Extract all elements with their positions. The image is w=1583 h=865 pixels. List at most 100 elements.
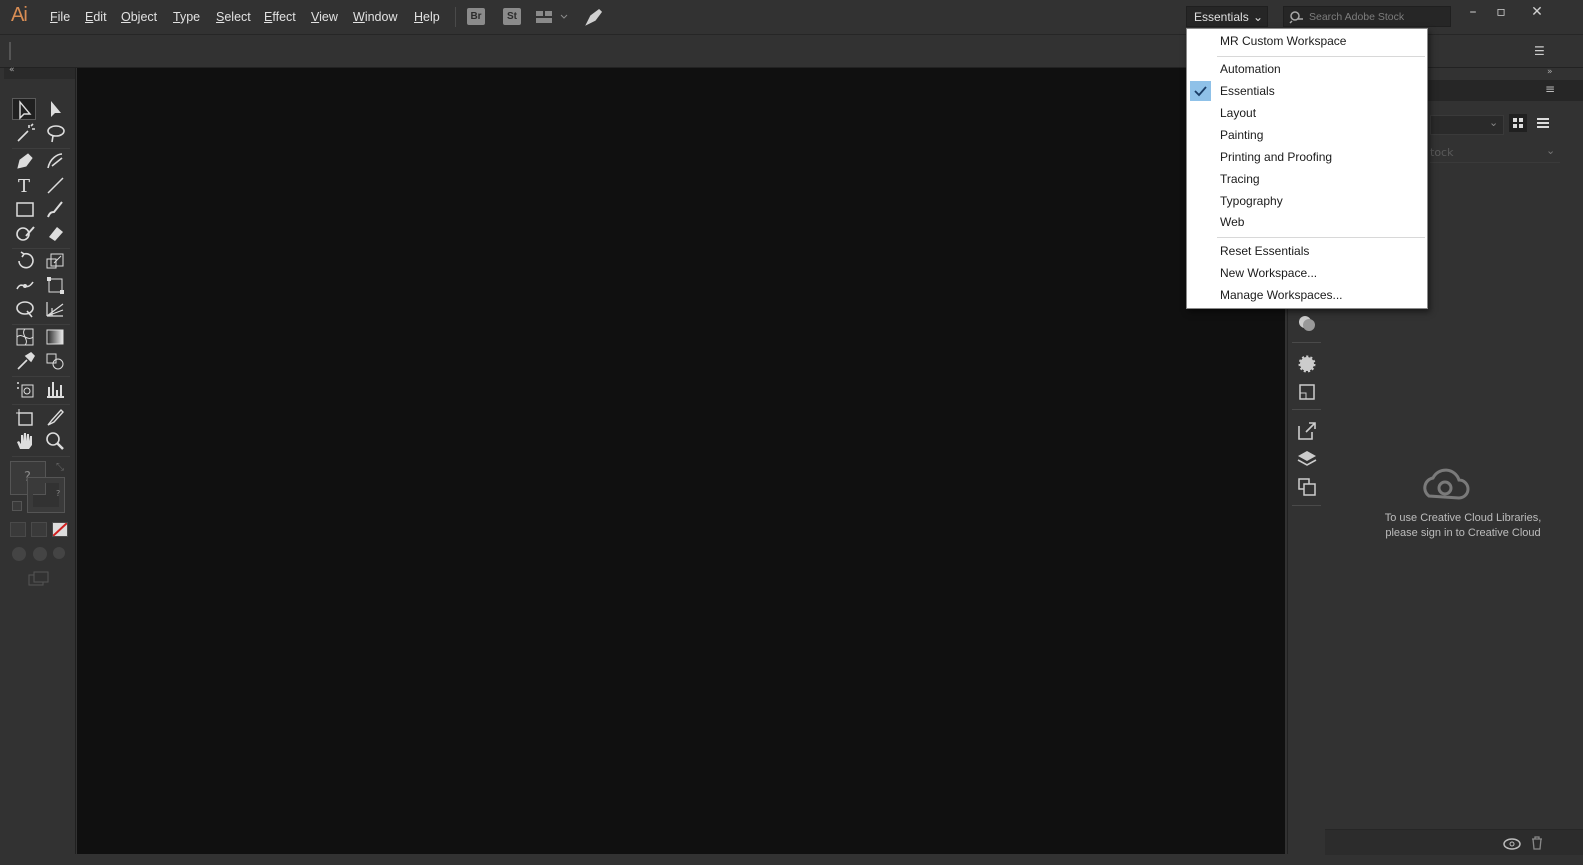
manage-workspaces-item[interactable]: Manage Workspaces... bbox=[1187, 285, 1427, 306]
reset-essentials-item[interactable]: Reset Essentials bbox=[1187, 241, 1427, 262]
none-mode-button[interactable] bbox=[52, 522, 68, 537]
color-mode-button[interactable] bbox=[10, 522, 26, 537]
type-tool-icon[interactable]: T bbox=[14, 174, 38, 197]
swap-fill-stroke-icon[interactable]: ⤡ bbox=[56, 462, 64, 473]
stroke-swatch[interactable]: ? bbox=[27, 477, 65, 513]
perspective-grid-tool-icon[interactable] bbox=[44, 298, 68, 320]
workspace-label: Essentials bbox=[1194, 10, 1249, 24]
workspace-option-typography[interactable]: Typography bbox=[1187, 191, 1427, 212]
selection-tool-icon[interactable] bbox=[12, 98, 36, 120]
tools-panel-header[interactable]: « bbox=[4, 65, 75, 79]
chevron-down-icon: ⌄ bbox=[1489, 116, 1499, 129]
gradient-mode-button[interactable] bbox=[31, 522, 47, 537]
cloud-sync-icon[interactable] bbox=[1502, 835, 1522, 851]
line-tool-icon[interactable] bbox=[44, 174, 68, 196]
workspace-switcher[interactable]: Essentials ⌄ bbox=[1186, 6, 1268, 27]
symbol-sprayer-tool-icon[interactable] bbox=[14, 378, 38, 400]
workspace-option-automation[interactable]: Automation bbox=[1187, 59, 1427, 80]
blend-tool-icon[interactable] bbox=[44, 350, 68, 372]
creative-cloud-icon bbox=[1419, 466, 1471, 506]
shape-builder-tool-icon[interactable] bbox=[14, 298, 38, 320]
width-tool-icon[interactable] bbox=[14, 274, 38, 296]
hand-tool-icon[interactable] bbox=[14, 430, 38, 452]
new-workspace-item[interactable]: New Workspace... bbox=[1187, 263, 1427, 284]
minimize-icon[interactable]: – bbox=[1460, 2, 1486, 22]
layers-icon[interactable] bbox=[1296, 448, 1318, 470]
expand-panels-icon[interactable]: » bbox=[1547, 67, 1553, 77]
paintbrush-tool-icon[interactable] bbox=[44, 198, 68, 220]
eyedropper-tool-icon[interactable] bbox=[14, 350, 38, 372]
workspace-menu: MR Custom Workspace Automation Essential… bbox=[1186, 28, 1428, 309]
bridge-button[interactable]: Br bbox=[467, 8, 485, 25]
arrange-documents-icon[interactable] bbox=[535, 9, 569, 28]
export-icon[interactable] bbox=[1296, 420, 1318, 442]
menu-help[interactable]: Help bbox=[414, 10, 440, 24]
draw-normal-icon[interactable] bbox=[12, 547, 26, 561]
screen-mode-icon[interactable] bbox=[28, 571, 50, 587]
direct-selection-tool-icon[interactable] bbox=[44, 98, 68, 120]
magic-wand-tool-icon[interactable] bbox=[14, 122, 38, 144]
curvature-tool-icon[interactable] bbox=[44, 150, 68, 172]
zoom-tool-icon[interactable] bbox=[44, 430, 68, 452]
workspace-option-tracing[interactable]: Tracing bbox=[1187, 169, 1427, 190]
search-icon bbox=[1289, 11, 1303, 24]
appearance-icon[interactable] bbox=[1296, 312, 1318, 334]
menu-select[interactable]: Select bbox=[216, 10, 251, 24]
pen-tool-icon[interactable] bbox=[14, 150, 38, 172]
gradient-tool-icon[interactable] bbox=[44, 326, 68, 348]
stock-search-input[interactable]: Search Adobe Stock bbox=[1283, 6, 1451, 27]
chevron-down-icon: ⌄ bbox=[1253, 10, 1264, 24]
slice-tool-icon[interactable] bbox=[44, 406, 68, 428]
mesh-tool-icon[interactable] bbox=[14, 326, 38, 348]
menu-effect[interactable]: Effect bbox=[264, 10, 296, 24]
maximize-icon[interactable]: ▫ bbox=[1488, 2, 1514, 22]
free-transform-tool-icon[interactable] bbox=[44, 274, 68, 296]
libraries-search-placeholder: tock bbox=[1430, 146, 1454, 159]
panel-menu-icon[interactable]: ≡ bbox=[1545, 82, 1555, 96]
stroke-unknown-label: ? bbox=[56, 489, 61, 498]
shaper-tool-icon[interactable] bbox=[14, 222, 38, 244]
artboards-icon[interactable] bbox=[1296, 476, 1318, 498]
symbols-icon[interactable] bbox=[1296, 353, 1318, 375]
control-panel-menu-icon[interactable]: ☰ bbox=[1534, 44, 1545, 58]
menu-type[interactable]: Type bbox=[173, 10, 200, 24]
workspace-option-essentials[interactable]: Essentials bbox=[1187, 81, 1427, 102]
workspace-option-mr-custom[interactable]: MR Custom Workspace bbox=[1187, 31, 1427, 52]
workspace-option-painting[interactable]: Painting bbox=[1187, 125, 1427, 146]
collapse-icon[interactable]: « bbox=[9, 65, 15, 75]
menu-view[interactable]: View bbox=[311, 10, 338, 24]
draw-behind-icon[interactable] bbox=[33, 547, 47, 561]
lasso-tool-icon[interactable] bbox=[44, 122, 68, 144]
close-icon[interactable]: ✕ bbox=[1524, 2, 1550, 22]
workspace-option-web[interactable]: Web bbox=[1187, 212, 1427, 233]
workspace-option-layout[interactable]: Layout bbox=[1187, 103, 1427, 124]
control-grip[interactable] bbox=[9, 42, 11, 60]
libraries-message-line1: To use Creative Cloud Libraries, bbox=[1384, 512, 1542, 524]
library-select[interactable]: ⌄ bbox=[1430, 115, 1504, 135]
menu-window[interactable]: Window bbox=[353, 10, 397, 24]
workspace-option-printing-proofing[interactable]: Printing and Proofing bbox=[1187, 147, 1427, 168]
menu-file[interactable]: File bbox=[50, 10, 70, 24]
list-view-icon[interactable] bbox=[1534, 114, 1552, 132]
libraries-search-input[interactable]: tock ⌄ bbox=[1430, 143, 1560, 163]
stock-button[interactable]: St bbox=[503, 8, 521, 25]
scale-tool-icon[interactable] bbox=[44, 250, 68, 272]
draw-inside-icon[interactable] bbox=[53, 547, 65, 559]
default-fill-stroke-icon[interactable] bbox=[12, 501, 22, 511]
eraser-tool-icon[interactable] bbox=[44, 222, 68, 244]
svg-text:T: T bbox=[18, 176, 30, 196]
artboard-tool-icon[interactable] bbox=[14, 406, 38, 428]
gpu-performance-icon[interactable] bbox=[584, 7, 604, 30]
tools-panel: « T ? ? ⤡ bbox=[4, 65, 76, 854]
trash-icon[interactable] bbox=[1529, 835, 1545, 851]
column-graph-tool-icon[interactable] bbox=[44, 378, 68, 400]
menu-edit[interactable]: Edit bbox=[85, 10, 107, 24]
rotate-tool-icon[interactable] bbox=[14, 250, 38, 272]
menu-object[interactable]: Object bbox=[121, 10, 157, 24]
canvas-area[interactable] bbox=[77, 68, 1285, 854]
libraries-message-line2: please sign in to Creative Cloud bbox=[1385, 527, 1541, 539]
libraries-footer bbox=[1325, 829, 1583, 855]
grid-view-icon[interactable] bbox=[1509, 114, 1527, 132]
asset-export-icon[interactable] bbox=[1296, 381, 1318, 403]
rectangle-tool-icon[interactable] bbox=[14, 198, 38, 220]
